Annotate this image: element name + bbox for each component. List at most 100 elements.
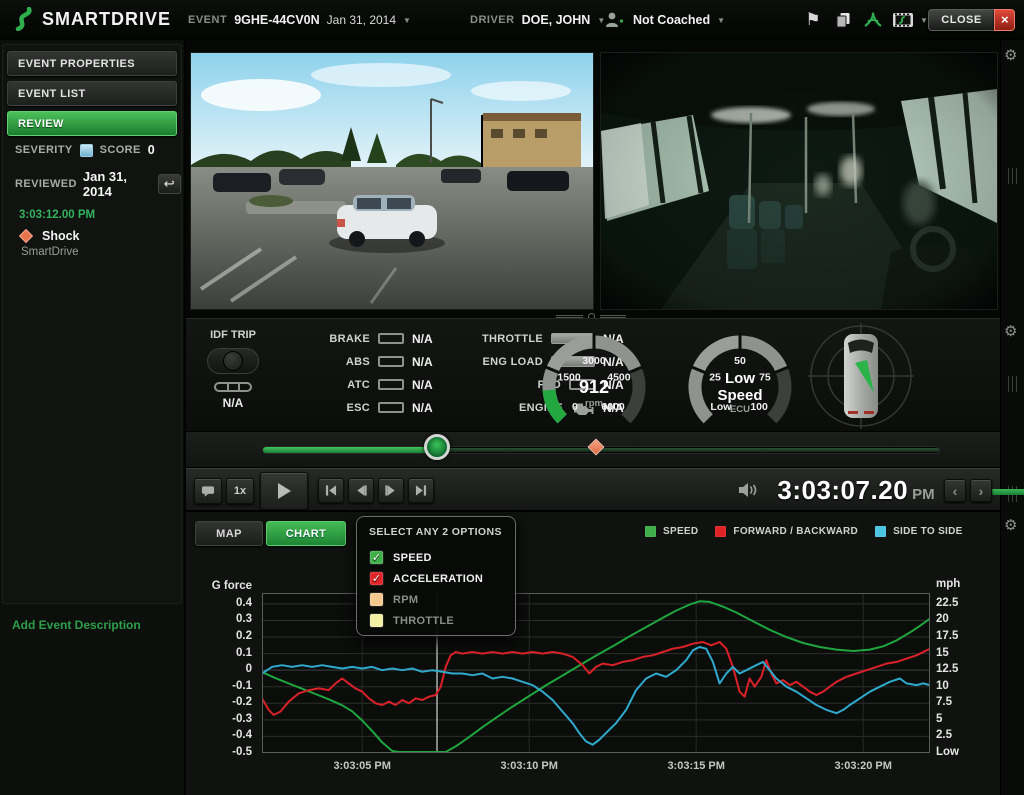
driver-selector[interactable]: DRIVER DOE, JOHN ▼ [470,0,605,40]
export-reader-icon[interactable] [860,7,886,33]
event-source: SmartDrive [21,246,183,258]
playback-controls: 1x 3:03:07.20PM ‹ › [186,468,1000,512]
current-time: 3:03:07.20 [777,475,908,505]
skip-to-end-button[interactable] [408,478,434,503]
y-tick-right: 20 [936,613,986,625]
video-section-drag-handle[interactable] [1008,168,1017,184]
video-settings-gear-icon[interactable]: ⚙ [1004,48,1017,63]
smartdrive-event-review-screen: SMARTDRIVE EVENT 9GHE-44CV0N Jan 31, 201… [0,0,1024,795]
driver-name: DOE, JOHN [522,13,591,27]
y-tick-right: Low [936,746,986,758]
y-axis-left-title: G force [186,580,252,592]
indicator-box [378,379,404,390]
coach-status-selector[interactable]: Not Coached ▼ [604,0,725,40]
video-clip-glyph [892,11,914,29]
step-forward-button[interactable] [378,478,404,503]
playback-speed-button[interactable]: 1x [226,478,254,504]
rpm-gauge: 01500300045006000912rpm [532,325,656,429]
telemetry-settings-gear-icon[interactable]: ⚙ [1004,324,1017,339]
reviewed-label: REVIEWED [15,178,77,190]
skip-end-icon [415,485,427,496]
skip-to-start-button[interactable] [318,478,344,503]
step-forward-icon [385,485,397,496]
sidebar-tab-review[interactable]: REVIEW [7,111,177,136]
severity-icon [80,144,93,157]
toggle-knob [223,351,243,371]
dropdown-title: SELECT ANY 2 OPTIONS [369,526,503,538]
copy-document-icon[interactable] [830,7,856,33]
y-tick-left: -0.2 [208,696,252,708]
option-rpm[interactable]: RPM [369,589,503,610]
y-tick-left: 0.3 [208,613,252,625]
sidebar-tab-event-properties[interactable]: EVENT PROPERTIES [7,51,177,76]
chevron-down-icon[interactable]: ▼ [717,16,725,25]
unchecked-checkbox[interactable] [369,592,384,607]
previous-event-button[interactable]: ‹ [944,479,966,502]
event-date: Jan 31, 2014 [327,13,396,27]
y-tick-left: 0 [208,663,252,675]
comment-button[interactable] [194,478,222,504]
unchecked-checkbox[interactable] [369,613,384,628]
x-tick: 3:03:10 PM [484,760,574,772]
y-axis-right-title: mph [936,578,960,590]
svg-text:ECU: ECU [730,404,750,415]
driver-label: DRIVER [470,14,515,26]
step-back-button[interactable] [348,478,374,503]
sidebar-nav: EVENT PROPERTIES EVENT LIST REVIEW [3,45,181,136]
timeline-scrubber-handle[interactable] [424,434,450,460]
top-bar: SMARTDRIVE EVENT 9GHE-44CV0N Jan 31, 201… [0,0,1024,40]
score-value: 0 [148,143,155,157]
option-throttle[interactable]: THROTTLE [369,610,503,631]
close-x-button[interactable]: × [994,9,1015,31]
indicator-box [378,356,404,367]
checked-checkbox[interactable]: ✓ [369,571,384,586]
event-type: Shock [42,229,80,243]
option-label: RPM [393,594,418,606]
event-list-item[interactable]: 3:03:12.00 PM Shock SmartDrive [3,201,183,266]
y-tick-left: -0.3 [208,713,252,725]
brand-name: SMARTDRIVE [42,9,171,30]
option-label: SPEED [393,552,432,564]
y-tick-left: 0.2 [208,630,252,642]
timeline-progress [263,447,438,453]
indicator-group-1: BRAKEN/AABSN/AATCN/AESCN/A [282,327,442,419]
svg-text:4500: 4500 [607,372,631,384]
add-event-description-link[interactable]: Add Event Description [12,618,141,632]
interior-camera-video[interactable] [600,52,998,310]
svg-text:6000: 6000 [601,401,625,413]
telemetry-section-drag-handle[interactable] [1008,376,1017,392]
export-reader-glyph [863,11,883,29]
y-tick-right: 5 [936,713,986,725]
coach-status: Not Coached [633,13,710,27]
timeline-section [186,432,1000,468]
play-button[interactable] [260,472,308,510]
event-selector[interactable]: EVENT 9GHE-44CV0N Jan 31, 2014 ▼ [188,0,411,40]
speaker-icon[interactable] [738,482,758,498]
forward-camera-video[interactable] [190,52,594,310]
top-bar-tools: ⚑ [800,0,928,40]
x-tick: 3:03:15 PM [651,760,741,772]
indicator-value: N/A [412,401,442,415]
sidebar-tab-event-list[interactable]: EVENT LIST [7,81,177,106]
chevron-down-icon[interactable]: ▼ [920,16,928,25]
close-button[interactable]: CLOSE [928,9,994,31]
chevron-down-icon[interactable]: ▼ [403,16,411,25]
option-speed[interactable]: ✓ SPEED [369,547,503,568]
flag-icon[interactable]: ⚑ [800,7,826,33]
chart-settings-gear-icon[interactable]: ⚙ [1004,518,1017,533]
chevron-right-icon: › [979,483,984,499]
event-type-row: Shock [21,229,183,243]
idf-trip-label: IDF TRIP [200,329,266,341]
score-label: SCORE [100,144,141,156]
x-tick: 3:03:05 PM [317,760,407,772]
video-clip-icon[interactable] [890,7,916,33]
next-event-button[interactable]: › [970,479,992,502]
checked-checkbox[interactable]: ✓ [369,550,384,565]
option-acceleration[interactable]: ✓ACCELERATION [369,568,503,589]
idf-trip-toggle[interactable] [207,348,259,374]
indicator-label: ABS [346,356,370,368]
svg-text:912: 912 [579,377,609,397]
undo-review-button[interactable]: ↩ [158,174,182,194]
sidebar-panel: EVENT PROPERTIESEVENT LISTREVIEW SEVERIT… [2,44,182,604]
indicator-box [378,402,404,413]
